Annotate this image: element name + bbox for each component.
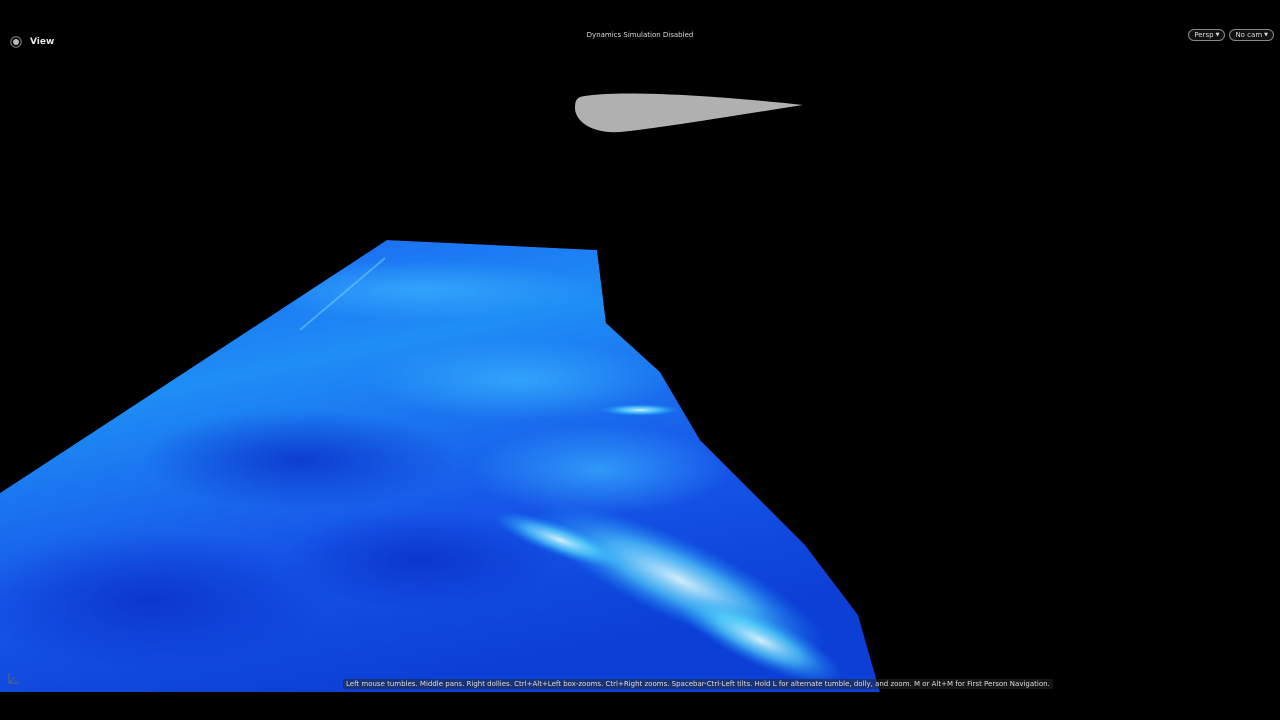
chevron-down-icon: ▼ xyxy=(1264,32,1268,38)
ocean-surface[interactable] xyxy=(0,240,880,692)
axis-gnomon-icon xyxy=(8,673,19,684)
camera-menu-button[interactable]: No cam ▼ xyxy=(1229,29,1274,41)
simulation-status: Dynamics Simulation Disabled xyxy=(586,31,694,39)
viewport[interactable]: View Dynamics Simulation Disabled Persp … xyxy=(0,0,1280,692)
airfoil-shape[interactable] xyxy=(575,93,803,133)
camera-label: No cam xyxy=(1235,31,1263,39)
persp-menu-button[interactable]: Persp ▼ xyxy=(1188,29,1226,41)
chevron-down-icon: ▼ xyxy=(1215,32,1220,38)
persp-label: Persp xyxy=(1194,31,1214,39)
navigation-hint: Left mouse tumbles. Middle pans. Right d… xyxy=(343,679,1053,689)
camera-controls: Persp ▼ No cam ▼ xyxy=(1188,29,1274,41)
scene-canvas[interactable] xyxy=(0,0,1280,692)
bottom-bar xyxy=(0,692,1280,720)
